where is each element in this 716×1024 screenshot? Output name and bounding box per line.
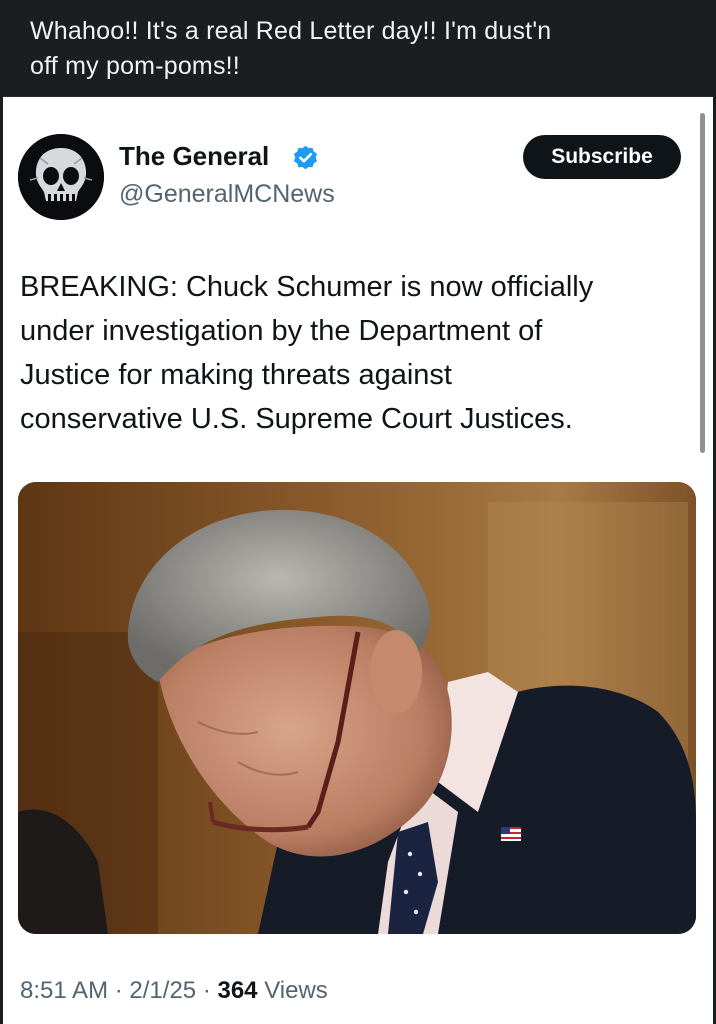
subscribe-button[interactable]: Subscribe [523,135,681,179]
embedded-tweet-card: The General @GeneralMCNews Subscribe BRE… [3,96,713,1024]
verified-badge-icon [294,145,317,170]
screen: Whahoo!! It's a real Red Letter day!! I'… [0,0,716,1024]
tweet-text-line: conservative U.S. Supreme Court Justices… [20,403,573,435]
tweet-photo[interactable] [18,482,696,934]
caption-line-2: off my pom-poms!! [30,52,240,80]
views-label: Views [264,977,328,1004]
scrollbar[interactable] [700,113,705,453]
tweet-meta: 8:51 AM · 2/1/25 · 364 Views [20,977,328,1005]
tweet-text-line: under investigation by the Department of [20,315,543,347]
tweet-text-line: BREAKING: Chuck Schumer is now officiall… [20,271,594,303]
caption-line-1: Whahoo!! It's a real Red Letter day!! I'… [30,17,552,45]
meta-separator: · [202,977,211,1004]
post-caption: Whahoo!! It's a real Red Letter day!! I'… [0,0,716,96]
photo-of-man-bowing-head [18,482,696,934]
meta-separator: · [114,977,123,1004]
tweet-time[interactable]: 8:51 AM [20,977,108,1004]
tweet-text: BREAKING: Chuck Schumer is now officiall… [20,265,690,441]
author-handle[interactable]: @GeneralMCNews [119,180,335,209]
tweet-date[interactable]: 2/1/25 [129,977,196,1004]
author-name[interactable]: The General [119,141,269,172]
skull-logo-icon [18,134,104,220]
avatar[interactable] [18,134,104,220]
tweet-text-line: Justice for making threats against [20,359,452,391]
views-count: 364 [217,977,258,1004]
